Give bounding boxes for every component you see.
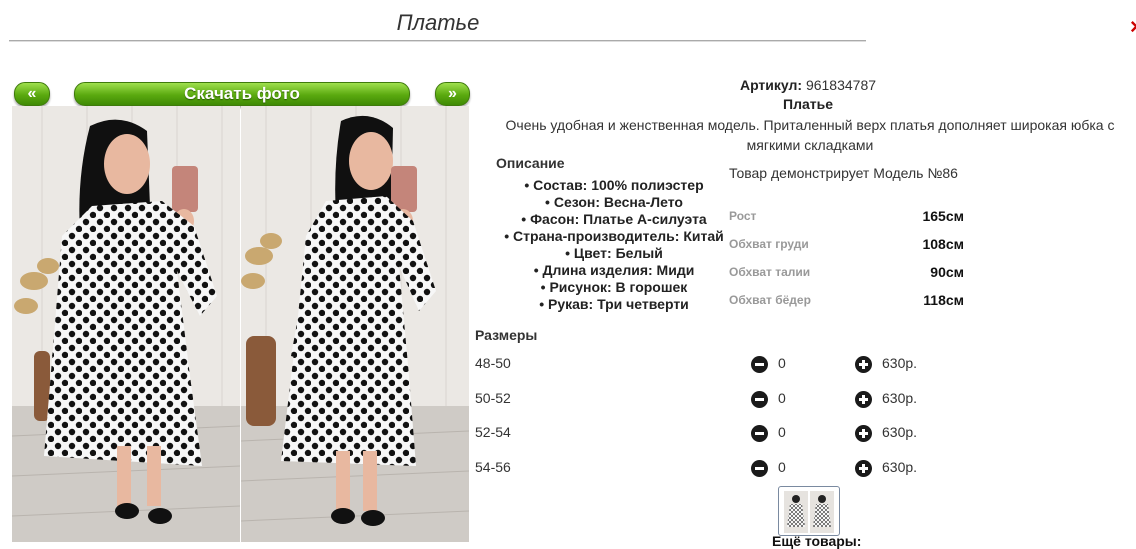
article-label: Артикул: — [739, 77, 803, 93]
more-products-label: Ещё товары: — [772, 533, 862, 549]
size-label: 54-56 — [475, 459, 511, 475]
price: 630р. — [882, 424, 918, 440]
prev-photo-button[interactable]: « — [14, 82, 50, 106]
measure-label-height: Рост — [729, 209, 757, 223]
specs-list: Состав: 100% полиэстер Сезон: Весна-Лето… — [476, 177, 752, 313]
size-row: 48-50 0 630р. — [0, 355, 1136, 375]
plus-icon[interactable] — [855, 460, 872, 477]
minus-icon[interactable] — [751, 391, 768, 408]
size-row: 52-54 0 630р. — [0, 424, 1136, 444]
measure-label-hips: Обхват бёдер — [729, 293, 811, 307]
next-photo-button[interactable]: » — [435, 82, 470, 106]
quantity-value: 0 — [778, 459, 786, 475]
thumbnail-image — [784, 491, 834, 533]
spec-item: Состав: 100% полиэстер — [476, 177, 752, 194]
price: 630р. — [882, 390, 918, 406]
size-label: 48-50 — [475, 355, 511, 371]
measure-value-height: 165см — [922, 208, 964, 224]
minus-icon[interactable] — [751, 356, 768, 373]
measure-value-hips: 118см — [923, 292, 964, 308]
model-info: Товар демонстрирует Модель №86 — [729, 165, 958, 181]
spec-item: Рукав: Три четверти — [476, 296, 752, 313]
spec-item: Фасон: Платье А-силуэта — [476, 211, 752, 228]
minus-icon[interactable] — [751, 425, 768, 442]
specs-heading: Описание — [496, 155, 565, 171]
title-divider — [9, 40, 866, 42]
measure-label-chest: Обхват груди — [729, 237, 809, 251]
spec-item: Длина изделия: Миди — [476, 262, 752, 279]
quantity-value: 0 — [778, 390, 786, 406]
price: 630р. — [882, 459, 918, 475]
product-description: Очень удобная и женственная модель. Прит… — [505, 117, 1115, 153]
spec-item: Страна-производитель: Китай — [476, 228, 752, 245]
measure-value-chest: 108см — [922, 236, 964, 252]
spec-item: Рисунок: В горошек — [476, 279, 752, 296]
product-thumbnail[interactable] — [778, 486, 840, 536]
product-name: Платье — [783, 96, 833, 112]
article-value: 961834787 — [805, 77, 877, 93]
size-label: 50-52 — [475, 390, 511, 406]
close-icon[interactable]: × — [1130, 14, 1136, 40]
size-row: 50-52 0 630р. — [0, 390, 1136, 410]
spec-item: Цвет: Белый — [476, 245, 752, 262]
download-photo-button[interactable]: Скачать фото — [74, 82, 410, 106]
sizes-heading: Размеры — [475, 327, 538, 343]
plus-icon[interactable] — [855, 425, 872, 442]
page-title: Платье — [396, 10, 480, 35]
quantity-value: 0 — [778, 355, 786, 371]
quantity-value: 0 — [778, 424, 786, 440]
minus-icon[interactable] — [751, 460, 768, 477]
measure-value-waist: 90см — [930, 264, 964, 280]
spec-item: Сезон: Весна-Лето — [476, 194, 752, 211]
plus-icon[interactable] — [855, 356, 872, 373]
measure-label-waist: Обхват талии — [729, 265, 811, 279]
plus-icon[interactable] — [855, 391, 872, 408]
article-number: Артикул: 961834787 — [480, 77, 1136, 93]
price: 630р. — [882, 355, 918, 371]
size-label: 52-54 — [475, 424, 511, 440]
size-row: 54-56 0 630р. — [0, 459, 1136, 479]
